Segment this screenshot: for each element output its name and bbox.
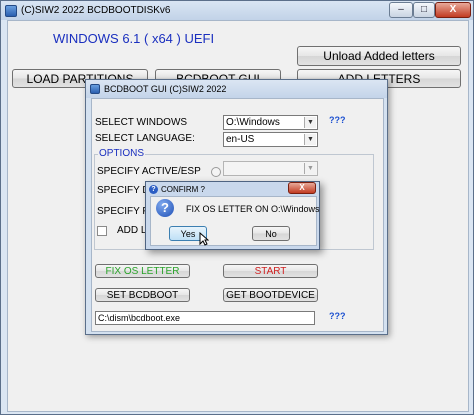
bcdboot-window-title: BCDBOOT GUI (C)SIW2 2022: [104, 84, 227, 94]
get-bootdevice-button[interactable]: GET BOOTDEVICE: [223, 288, 318, 302]
select-language-dropdown[interactable]: en-US ▼: [223, 132, 318, 147]
mouse-pointer-icon: [199, 232, 209, 246]
start-button[interactable]: START: [223, 264, 318, 278]
specify-active-dropdown[interactable]: ▼: [223, 161, 318, 176]
options-legend: OPTIONS: [98, 148, 146, 159]
main-titlebar: (C)SIW2 2022 BCDBOOTDISKv6 – □ X: [1, 1, 473, 20]
select-windows-dropdown[interactable]: O:\Windows ▼: [223, 115, 318, 130]
maximize-button[interactable]: □: [413, 2, 435, 18]
fix-os-letter-button[interactable]: FIX OS LETTER: [95, 264, 190, 278]
set-bcdboot-button[interactable]: SET BCDBOOT: [95, 288, 190, 302]
no-button[interactable]: No: [252, 226, 290, 241]
select-language-label: SELECT LANGUAGE:: [95, 133, 195, 144]
select-windows-label: SELECT WINDOWS: [95, 117, 188, 128]
confirm-title-icon: ?: [149, 184, 158, 194]
chevron-down-icon: ▼: [304, 117, 316, 128]
select-windows-help[interactable]: ???: [329, 115, 346, 125]
select-language-value: en-US: [226, 134, 255, 145]
confirm-close-button[interactable]: X: [288, 182, 316, 194]
main-window-title: (C)SIW2 2022 BCDBOOTDISKv6: [21, 5, 171, 16]
minimize-button[interactable]: –: [389, 2, 413, 18]
bcdboot-exe-path-input[interactable]: [95, 311, 315, 325]
question-icon: ?: [156, 199, 174, 217]
confirm-message: FIX OS LETTER ON O:\Windows: [186, 204, 320, 214]
chevron-down-icon: ▼: [304, 163, 316, 174]
bcdboot-titlebar: BCDBOOT GUI (C)SIW2 2022: [86, 80, 387, 98]
chevron-down-icon: ▼: [304, 134, 316, 145]
exe-path-help[interactable]: ???: [329, 311, 346, 321]
bcdboot-app-icon: [90, 84, 100, 94]
close-button[interactable]: X: [435, 2, 471, 18]
specify-active-label: SPECIFY ACTIVE/ESP: [97, 166, 201, 177]
select-windows-value: O:\Windows: [226, 117, 280, 128]
unload-added-letters-button[interactable]: Unload Added letters: [297, 46, 461, 66]
specify-active-radio[interactable]: [211, 167, 221, 177]
add-checkbox[interactable]: [97, 226, 107, 236]
app-icon: [5, 4, 17, 17]
windows-info-label: WINDOWS 6.1 ( x64 ) UEFI: [53, 31, 215, 46]
confirm-title: CONFIRM ?: [161, 184, 205, 194]
